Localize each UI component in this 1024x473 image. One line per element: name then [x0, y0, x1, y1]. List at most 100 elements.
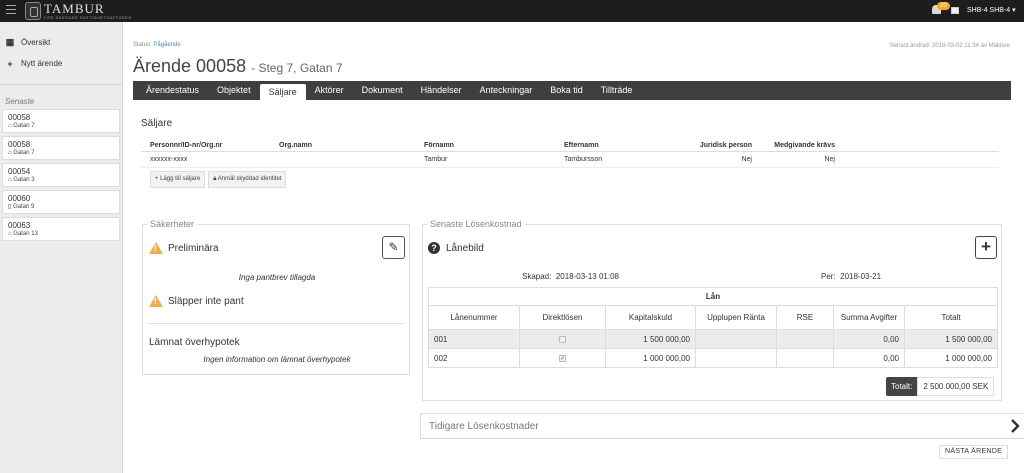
recent-case-address: Gatan 9 [12, 204, 35, 210]
caret-down-icon: ▾ [1012, 7, 1016, 14]
total-value: 2 500 000,00 SEK [917, 377, 995, 396]
rse [776, 329, 834, 349]
table-cell: xxxxxx-xxxx [150, 156, 188, 163]
recent-case-number: 00058 [8, 140, 31, 149]
direct-redemption-checkbox[interactable]: ✓ [559, 354, 566, 362]
table-cell: Tambur [424, 156, 448, 163]
direct-redemption-checkbox[interactable] [559, 335, 566, 343]
seller-heading: Säljare [141, 118, 173, 129]
column-header: Upplupen Ränta [695, 305, 777, 330]
pencil-icon: ✎ [388, 240, 399, 254]
seller-section: Säljare Personnr/ID-nr/Org.nr Org.namn F… [141, 118, 999, 188]
column-header: Totalt [904, 305, 998, 330]
status-label: Status: [133, 42, 152, 48]
logo-text: TAMBUR [44, 0, 105, 16]
user-name: SHB-4 SHB-4 [967, 7, 1011, 14]
recent-case-address: Gatan 3 [13, 177, 35, 183]
user-menu[interactable]: SHB-4 SHB-4 ▾ [967, 6, 1016, 14]
table-cell: Nej [741, 156, 752, 163]
home-icon: ⌂ [8, 177, 12, 183]
column-header: Efternamn [564, 142, 599, 149]
sidebar-item-overview[interactable]: ▦ Översikt [0, 32, 122, 53]
column-header: RSE [776, 305, 834, 330]
sidebar-item-new-case[interactable]: + Nytt ärende [0, 53, 122, 74]
recent-case-address: Gatan 13 [13, 231, 38, 237]
tab-actors[interactable]: Aktörer [306, 81, 353, 100]
column-header: Juridisk person [699, 142, 752, 149]
add-seller-button[interactable]: + Lägg till säljare [150, 171, 206, 188]
recent-case[interactable]: 00058 ⌂ Gatan 7 [2, 136, 120, 160]
main-content: Status: Pågående Senast ändrad: 2018-03-… [123, 22, 1024, 473]
recent-case[interactable]: 00054 ⌂ Gatan 3 [2, 163, 120, 187]
column-header: Personnr/ID-nr/Org.nr [150, 142, 223, 149]
divider [0, 84, 122, 85]
lock-icon: 🔒︎ [213, 176, 217, 182]
fees-sum: 0,00 [833, 329, 905, 349]
row-total: 1 500 000,00 [904, 329, 998, 349]
surplus-heading: Lämnat överhypotek [149, 337, 240, 348]
loan-picture-title: Lånebild [446, 242, 484, 254]
column-header: Direktlösen [519, 305, 606, 330]
logo[interactable]: TAMBUR FÖR SÄKRARE FASTIGHETSAFFÄRER [25, 1, 132, 21]
recent-case-number: 00063 [8, 221, 31, 230]
plus-icon: + [7, 58, 13, 69]
sidebar-item-label: Översikt [21, 38, 51, 47]
total-label: Totalt: [886, 377, 918, 396]
column-header: Medgivande krävs [774, 142, 835, 149]
recent-case[interactable]: 00058 ⌂ Gatan 7 [2, 109, 120, 133]
column-header: Förnamn [424, 142, 454, 149]
column-header: Summa Avgifter [833, 305, 905, 330]
top-bar: TAMBUR FÖR SÄKRARE FASTIGHETSAFFÄRER 20 … [0, 0, 1024, 22]
recent-case-number: 00060 [8, 194, 31, 203]
recent-case[interactable]: 00060 ▯ Gatan 9 [2, 190, 120, 214]
tab-documents[interactable]: Dokument [353, 81, 412, 100]
per-label: Per: [821, 272, 836, 281]
accrued-interest [695, 348, 777, 368]
tab-access[interactable]: Tillträde [592, 81, 642, 100]
tab-events[interactable]: Händelser [412, 81, 471, 100]
next-case-button[interactable]: NÄSTA ÄRENDE [939, 445, 1009, 459]
previous-costs-row[interactable]: Tidigare Lösenkostnader [420, 413, 1024, 439]
security-legend: Säkerheter [147, 219, 198, 229]
recent-case[interactable]: 00063 ⌂ Gatan 13 [2, 217, 120, 241]
loan-table: Lån Lånenummer Direktlösen Kapitalskuld … [428, 287, 998, 368]
case-subtitle: - Steg 7, Gatan 7 [251, 61, 343, 75]
tab-sellers[interactable]: Säljare [259, 84, 306, 100]
divider [149, 323, 404, 324]
case-status: Status: Pågående [133, 42, 181, 48]
messages-icon[interactable] [951, 7, 959, 14]
created-date: Skapad: 2018-03-13 01:08 [522, 272, 619, 281]
preliminary-heading: Preliminära [168, 242, 219, 254]
tab-object[interactable]: Objektet [208, 81, 260, 100]
notification-badge[interactable]: 20 [937, 2, 950, 10]
created-label: Skapad: [522, 272, 552, 281]
table-cell: Nej [824, 156, 835, 163]
tab-book-time[interactable]: Boka tid [541, 81, 592, 100]
no-surplus-text: Ingen information om lämnat överhypotek [203, 355, 351, 364]
add-button[interactable]: + [975, 236, 997, 259]
plus-icon: + [981, 237, 991, 256]
edit-button[interactable]: ✎ [382, 236, 405, 259]
seller-table-header: Personnr/ID-nr/Org.nr Org.namn Förnamn E… [141, 142, 999, 152]
building-icon: ▯ [8, 204, 12, 210]
loan-number: 001 [428, 329, 520, 349]
home-icon: ⌂ [8, 231, 12, 237]
table-row[interactable]: 002 ✓ 1 000 000,00 0,00 1 000 000,00 [428, 348, 998, 368]
tab-notes[interactable]: Anteckningar [471, 81, 542, 100]
created-value: 2018-03-13 01:08 [555, 272, 619, 281]
table-cell: Tambursson [564, 156, 603, 163]
no-mortgage-text: Inga pantbrev tillagda [238, 273, 316, 282]
menu-icon[interactable] [6, 5, 16, 15]
column-header: Kapitalskuld [605, 305, 696, 330]
table-row[interactable]: xxxxxx-xxxx Tambur Tambursson Nej Nej [141, 152, 999, 168]
security-panel: Säkerheter Preliminära ✎ Inga pantbrev t… [142, 219, 410, 375]
report-protected-identity-button[interactable]: 🔒︎ Anmäl skyddad identitet [208, 171, 287, 188]
capital-debt: 1 500 000,00 [605, 329, 696, 349]
rse [776, 348, 834, 368]
status-value: Pågående [153, 42, 181, 48]
column-header: Lånenummer [428, 305, 520, 330]
table-row[interactable]: 001 1 500 000,00 0,00 1 500 000,00 [428, 329, 998, 349]
logo-shield-icon [25, 2, 41, 20]
tab-case-status[interactable]: Ärendestatus [137, 81, 208, 100]
warning-icon [149, 295, 163, 307]
